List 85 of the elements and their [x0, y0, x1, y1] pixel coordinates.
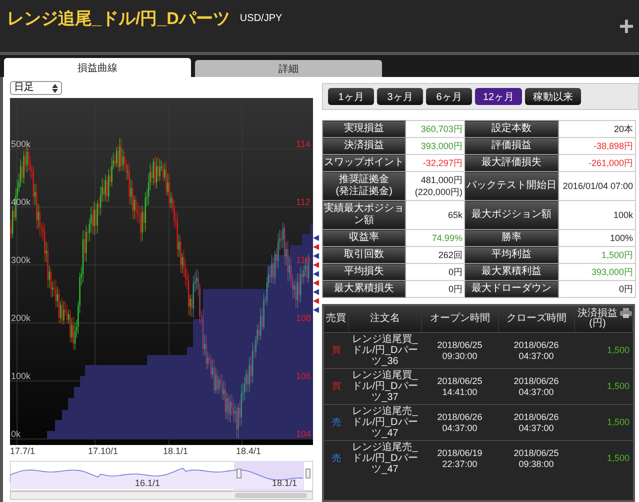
- stat-label: バックテスト開始日: [464, 172, 558, 200]
- column-header: 注文名: [348, 306, 422, 332]
- order-name-cell: レンジ追尾売_ドル/円_Dパーツ_47: [348, 404, 422, 440]
- stat-label: 平均損失: [322, 264, 406, 280]
- stat-label: 設定本数: [464, 120, 558, 138]
- open-time-cell: 2018/06/25 14:41:00: [422, 368, 498, 404]
- tab[interactable]: 詳細: [195, 60, 382, 77]
- stat-label: 収益率: [322, 230, 406, 246]
- side-cell: 売: [324, 404, 348, 440]
- navigator-label: 18.1/1: [272, 478, 298, 488]
- side-cell: 売: [324, 440, 348, 476]
- order-name-cell: レンジ追尾売_ドル/円_Dパーツ_47: [348, 440, 422, 476]
- y-axis-label: 300k: [11, 255, 31, 265]
- stat-label: 決済損益: [322, 138, 406, 154]
- x-axis-label: 17.7/1: [10, 446, 36, 458]
- price-axis-label: 112: [296, 197, 310, 207]
- x-axis-label: 18.4/1: [236, 446, 262, 458]
- stat-label: 最大評価損失: [464, 154, 558, 172]
- stat-label: 取引回数: [322, 246, 406, 264]
- stat-value: 2016/01/04 07:00: [558, 172, 636, 200]
- x-axis-label: 17.10/1: [88, 446, 120, 458]
- stat-label: 実現損益: [322, 120, 406, 138]
- updown-arrows-icon: [52, 84, 58, 92]
- column-header: 売買: [324, 306, 348, 332]
- stat-label: 最大累積利益: [464, 264, 558, 280]
- profit-cell: 1,500: [574, 404, 632, 440]
- period-button[interactable]: 6ヶ月: [426, 88, 472, 105]
- strategy-title: レンジ追尾_ドル/円_Dパーツ: [7, 8, 230, 30]
- stat-label: 最大累積損失: [322, 280, 406, 298]
- column-header: オープン時間: [422, 306, 498, 332]
- x-axis-label: 18.1/1: [163, 446, 190, 458]
- y-axis-label: 500k: [11, 139, 31, 149]
- stat-label: 最大ドローダウン: [464, 280, 558, 298]
- stat-value: 360,703円: [406, 120, 465, 138]
- stat-value: 0円: [558, 280, 636, 298]
- y-axis-label: 0k: [11, 429, 21, 439]
- stat-label: 最大ポジション額: [464, 200, 558, 230]
- stat-label: 実績最大ポジション額: [322, 200, 406, 230]
- column-header: クローズ時間: [498, 306, 574, 332]
- close-time-cell: 2018/06/25 09:38:00: [498, 440, 574, 476]
- currency-pair: USD/JPY: [240, 13, 282, 24]
- price-axis-label: 108: [296, 313, 312, 323]
- period-button[interactable]: 稼動以来: [525, 88, 582, 105]
- side-cell: 買: [324, 368, 348, 404]
- add-button[interactable]: +: [618, 14, 634, 38]
- open-time-cell: 2018/06/19 22:37:00: [422, 440, 498, 476]
- stat-value: 0円: [406, 280, 465, 298]
- profit-cell: 1,500: [574, 332, 632, 368]
- y-axis-label: 100k: [11, 371, 31, 381]
- order-name-cell: レンジ追尾買_ドル/円_Dパーツ_36: [348, 332, 422, 368]
- period-button[interactable]: 1ヶ月: [328, 88, 374, 105]
- stat-label: 平均利益: [464, 246, 558, 264]
- stat-label: 評価損益: [464, 138, 558, 154]
- stat-value: 393,000円: [558, 264, 636, 280]
- interval-dropdown[interactable]: 日足: [10, 81, 62, 95]
- close-time-cell: 2018/06/26 04:37:00: [498, 404, 574, 440]
- profit-cell: 1,500: [574, 440, 632, 476]
- price-axis-label: 114: [296, 139, 310, 149]
- period-button[interactable]: 12ヶ月: [475, 88, 522, 105]
- stat-value: 1,500円: [558, 246, 636, 264]
- stat-value: -261,000円: [558, 154, 636, 172]
- price-axis-label: 104: [296, 429, 312, 439]
- printer-icon: [620, 308, 632, 318]
- price-axis-label: 106: [296, 371, 312, 381]
- stat-value: 20本: [558, 120, 636, 138]
- period-button[interactable]: 3ヶ月: [377, 88, 423, 105]
- horizontal-scrollbar[interactable]: [10, 491, 313, 500]
- stat-label: スワップポイント: [322, 154, 406, 172]
- stat-label: 推奨証拠金 (発注証拠金): [322, 172, 406, 200]
- stat-value: 100%: [558, 230, 636, 246]
- open-time-cell: 2018/06/25 09:30:00: [422, 332, 498, 368]
- scrollbar-thumb[interactable]: [235, 493, 307, 498]
- open-time-cell: 2018/06/26 04:37:00: [422, 404, 498, 440]
- stat-value: 100k: [558, 200, 636, 230]
- stat-label: 勝率: [464, 230, 558, 246]
- y-axis-label: 200k: [11, 313, 31, 323]
- navigator-label: 16.1/1: [135, 478, 160, 488]
- tab[interactable]: 損益曲線: [4, 58, 191, 77]
- profit-cell: 1,500: [574, 368, 632, 404]
- price-axis-label: 110: [296, 255, 310, 265]
- close-time-cell: 2018/06/26 04:37:00: [498, 368, 574, 404]
- close-time-cell: 2018/06/26 04:37:00: [498, 332, 574, 368]
- side-cell: 買: [324, 332, 348, 368]
- order-name-cell: レンジ追尾買_ドル/円_Dパーツ_37: [348, 368, 422, 404]
- stat-value: -38,898円: [558, 138, 636, 154]
